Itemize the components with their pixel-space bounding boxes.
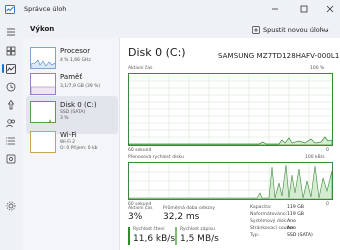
write-speed-value: 1,5 MB/s — [180, 234, 219, 244]
graph1-label: Aktivní čas — [128, 66, 153, 71]
graph1-max: 100 % — [310, 66, 325, 71]
prop-formatted-label: Naformátováno: — [250, 212, 288, 217]
run-task-icon — [252, 26, 260, 34]
active-time-label: Aktivní čas — [128, 206, 153, 211]
read-speed-value: 11,6 kB/s — [133, 234, 176, 244]
device-detail: 4 % 1,66 GHz — [60, 58, 91, 63]
maximize-icon[interactable] — [297, 3, 311, 15]
processes-icon[interactable] — [5, 45, 17, 57]
graph2-max: 100 kB/s — [305, 155, 325, 160]
settings-icon[interactable] — [5, 200, 17, 212]
device-detail: 3,1/7,9 GB (39 %) — [60, 84, 101, 89]
memory-sparkline — [31, 86, 55, 94]
device-name: Wi-Fi — [60, 131, 77, 139]
cpu-sparkline — [31, 59, 55, 68]
task-manager-app-icon — [5, 5, 15, 14]
active-time-graph — [128, 73, 333, 146]
device-name: Procesor — [60, 47, 91, 55]
details-icon[interactable] — [5, 135, 17, 147]
users-icon[interactable] — [5, 117, 17, 129]
graph2-label: Přenosová rychlost disku — [128, 155, 184, 160]
services-icon[interactable] — [5, 153, 17, 165]
nav-active-indicator — [2, 64, 4, 73]
device-name: Paměť — [60, 73, 83, 81]
active-time-series — [129, 136, 332, 145]
menu-icon[interactable] — [5, 26, 17, 38]
prop-system-disk-value: Ano — [287, 219, 296, 224]
startup-icon[interactable] — [5, 99, 17, 111]
transfer-rate-series — [129, 164, 332, 199]
device-detail-adapter: Wi-Fi 2 — [60, 140, 76, 145]
minimize-icon[interactable] — [268, 3, 282, 15]
prop-type-label: Typ: — [250, 233, 260, 238]
active-time-value: 3% — [128, 212, 143, 222]
prop-page-file-value: Ano — [287, 226, 296, 231]
app-history-icon[interactable] — [5, 81, 17, 93]
prop-system-disk-label: Systémový disk: — [250, 219, 288, 224]
device-model: SAMSUNG MZ7TD128HAFV-000L1 — [218, 52, 340, 60]
run-new-task-button[interactable]: Spustit novou úlohu — [252, 24, 328, 36]
active-time-graph-plot — [129, 74, 332, 145]
device-wifi[interactable]: Wi-Fi Wi-Fi 2 O: 0 Přijem: 0 kb — [26, 126, 118, 164]
read-speed-indicator — [128, 227, 130, 245]
graph2-min: 0 — [326, 202, 329, 207]
avg-response-value: 32,2 ms — [163, 212, 200, 222]
device-name: Disk 0 (C:) — [60, 101, 97, 109]
cpu-thumbnail — [30, 47, 56, 69]
prop-capacity-label: Kapacita: — [250, 205, 272, 210]
avg-response-label: Průměrná doba odezvy — [163, 206, 216, 211]
prop-capacity-value: 119 GB — [287, 205, 304, 210]
transfer-rate-graph-plot — [129, 163, 332, 199]
performance-icon[interactable] — [5, 63, 17, 75]
disk-thumbnail — [30, 101, 56, 123]
memory-thumbnail — [30, 73, 56, 95]
transfer-rate-graph — [128, 162, 333, 200]
write-speed-indicator — [175, 227, 177, 245]
graph1-gridlines — [129, 74, 332, 145]
prop-type-value: SSD (SATA) — [287, 233, 313, 238]
window-title: Správce úloh — [24, 5, 67, 13]
prop-formatted-value: 119 GB — [287, 212, 304, 217]
more-options-button[interactable]: … — [318, 24, 332, 36]
disk-sparkline — [49, 119, 51, 122]
write-speed-label: Rychlost zápisu — [180, 227, 215, 232]
device-title: Disk 0 (C:) — [128, 46, 186, 59]
graph1-duration: 60 sekund — [128, 148, 152, 153]
device-detail-throughput: O: 0 Přijem: 0 kb — [60, 146, 98, 151]
graph1-min: 0 — [326, 148, 329, 153]
wifi-thumbnail — [30, 131, 56, 153]
device-detail-type: SSD (SATA) — [60, 110, 86, 115]
device-detail-usage: 3 % — [60, 116, 69, 121]
read-speed-label: Rychlost čtení — [133, 227, 165, 232]
close-icon[interactable] — [323, 3, 337, 15]
page-title: Výkon — [30, 25, 55, 33]
